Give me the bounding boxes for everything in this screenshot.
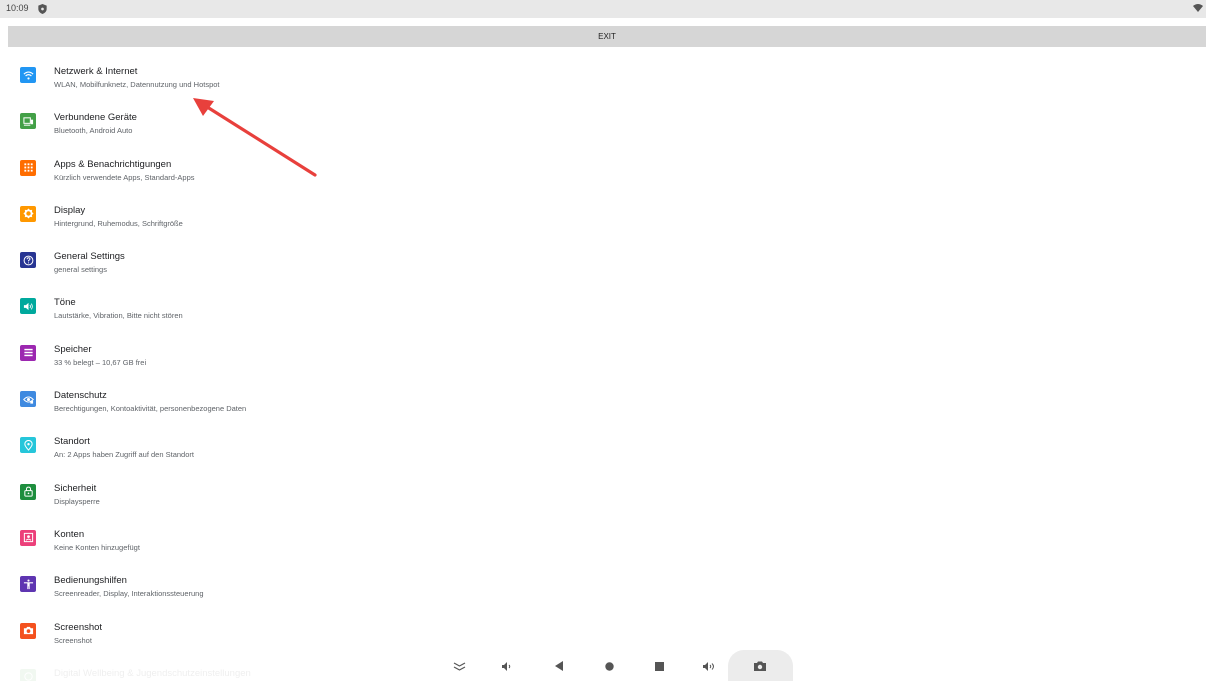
settings-item-subtitle: WLAN, Mobilfunknetz, Datennutzung und Ho…: [54, 80, 220, 89]
accessibility-icon: [20, 576, 36, 593]
settings-item-accessibility[interactable]: Bedienungshilfen Screenreader, Display, I…: [0, 561, 1206, 607]
storage-icon: [20, 344, 36, 361]
settings-item-subtitle: 33 % belegt – 10,67 GB frei: [54, 357, 147, 367]
settings-item-apps[interactable]: Apps & Benachrichtigungen Kürzlich verwen…: [0, 145, 1206, 191]
settings-item-connected-devices[interactable]: Verbundene Geräte Bluetooth, Android Auto: [0, 98, 1206, 144]
wifi-signal-icon: [1193, 4, 1203, 12]
settings-item-title: Apps & Benachrichtigungen: [54, 158, 172, 170]
exit-button[interactable]: EXIT: [8, 26, 1206, 47]
settings-item-subtitle: Keine Konten hinzugefügt: [54, 542, 140, 552]
volume-down-icon[interactable]: [499, 658, 515, 674]
privacy-icon: [20, 391, 36, 408]
settings-item-title: Screenshot: [54, 621, 103, 633]
wifi-icon: [20, 67, 36, 83]
settings-item-subtitle: Screenreader, Display, Interaktionssteue…: [54, 589, 204, 599]
settings-item-title: Verbundene Geräte: [54, 112, 137, 124]
settings-item-security[interactable]: Sicherheit Displaysperre: [0, 469, 1206, 515]
settings-item-subtitle: Screenshot: [54, 635, 92, 645]
settings-item-title: Display: [54, 204, 86, 216]
settings-item-subtitle: general settings: [54, 265, 107, 275]
camera-icon: [20, 622, 36, 639]
settings-item-title: General Settings: [54, 251, 125, 263]
screenshot-icon[interactable]: [752, 658, 768, 674]
location-icon: [20, 437, 36, 454]
shield-icon: [38, 4, 47, 14]
brightness-icon: [20, 205, 36, 222]
lock-icon: [20, 483, 36, 500]
settings-item-screenshot[interactable]: Screenshot Screenshot: [0, 608, 1206, 654]
volume-icon: [20, 298, 36, 315]
settings-item-display[interactable]: Display Hintergrund, Ruhemodus, Schriftgr…: [0, 191, 1206, 237]
volume-up-icon[interactable]: [701, 658, 717, 674]
help-icon: [20, 252, 36, 269]
apps-icon: [20, 159, 36, 176]
collapse-icon[interactable]: [451, 658, 467, 674]
settings-item-general[interactable]: General Settings general settings: [0, 237, 1206, 283]
recents-icon[interactable]: [651, 658, 667, 674]
settings-item-subtitle: Berechtigungen, Kontoaktivität, personen…: [54, 404, 247, 414]
status-time: 10:09: [6, 3, 29, 13]
annotation-arrow: [193, 98, 317, 177]
settings-item-subtitle: Lautstärke, Vibration, Bitte nicht störe…: [54, 311, 183, 321]
status-bar: 10:09: [0, 0, 1206, 18]
settings-item-title: Netzwerk & Internet: [54, 66, 138, 77]
settings-item-subtitle: Hintergrund, Ruhemodus, Schriftgröße: [54, 218, 183, 228]
settings-item-title: Speicher: [54, 343, 92, 355]
back-icon[interactable]: [551, 658, 567, 674]
settings-item-subtitle: An: 2 Apps haben Zugriff auf den Standor…: [54, 450, 194, 460]
settings-item-subtitle: Bluetooth, Android Auto: [54, 126, 133, 136]
settings-screen: 10:09 EXIT Netzwerk & Internet WLAN, Mobi…: [0, 0, 1206, 681]
settings-item-title: Standort: [54, 436, 90, 448]
settings-item-title: Bedienungshilfen: [54, 575, 127, 587]
settings-item-privacy[interactable]: Datenschutz Berechtigungen, Kontoaktivitä…: [0, 376, 1206, 422]
settings-item-storage[interactable]: Speicher 33 % belegt – 10,67 GB frei: [0, 330, 1206, 376]
home-icon[interactable]: [601, 658, 617, 674]
settings-item-accounts[interactable]: Konten Keine Konten hinzugefügt: [0, 515, 1206, 561]
settings-item-title: Sicherheit: [54, 482, 97, 494]
account-icon: [20, 529, 36, 546]
settings-item-location[interactable]: Standort An: 2 Apps haben Zugriff auf den…: [0, 422, 1206, 468]
settings-item-title: Töne: [54, 297, 76, 309]
settings-item-title: Datenschutz: [54, 390, 107, 402]
settings-item-sound[interactable]: Töne Lautstärke, Vibration, Bitte nicht s…: [0, 283, 1206, 329]
settings-item-subtitle: Kürzlich verwendete Apps, Standard-Apps: [54, 172, 195, 182]
devices-icon: [20, 113, 36, 130]
settings-list: Netzwerk & Internet WLAN, Mobilfunknetz, …: [0, 52, 1206, 681]
navigation-bar: [0, 650, 1206, 681]
settings-item-title: Konten: [54, 528, 85, 540]
settings-item-network[interactable]: Netzwerk & Internet WLAN, Mobilfunknetz, …: [0, 52, 1206, 98]
settings-item-subtitle: Displaysperre: [54, 496, 100, 506]
